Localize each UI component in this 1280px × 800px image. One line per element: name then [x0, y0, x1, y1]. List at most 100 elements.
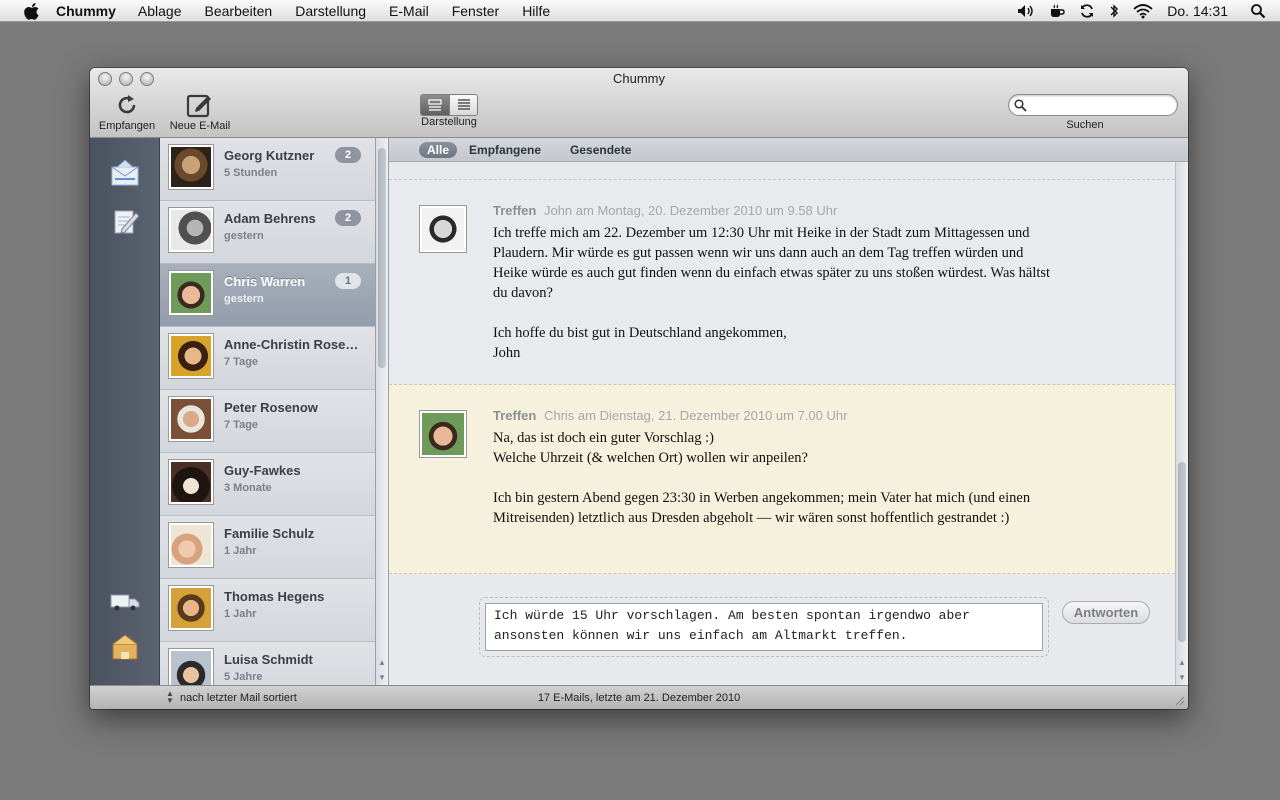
new-mail-button[interactable]: Neue E-Mail	[164, 90, 236, 132]
contact-row[interactable]: Georg Kutzner 5 Stunden 2	[160, 138, 375, 201]
contact-time: gestern	[224, 293, 264, 305]
apple-menu-icon[interactable]	[22, 1, 42, 21]
avatar	[168, 333, 214, 379]
resize-grip-icon[interactable]	[1174, 695, 1185, 706]
coffee-cup-icon[interactable]	[1049, 4, 1065, 18]
search-icon	[1014, 99, 1027, 117]
search-label: Suchen	[1066, 119, 1104, 131]
filter-sent[interactable]: Gesendete	[562, 142, 639, 158]
message-line: Na, das ist doch ein guter Vorschlag :)	[493, 430, 714, 446]
sender-avatar	[419, 410, 467, 458]
avatar	[168, 459, 214, 505]
message-header: Treffen Chris am Dienstag, 21. Dezember …	[493, 408, 847, 423]
avatar	[168, 144, 214, 190]
search-container	[1008, 94, 1180, 116]
contact-time: gestern	[224, 230, 264, 242]
message-paragraph: Ich treffe mich am 22. Dezember um 12:30…	[493, 225, 1051, 301]
contact-name: Familie Schulz	[224, 526, 315, 541]
main-window: Chummy Empfangen Neue E-Mail Darstellung…	[90, 68, 1188, 709]
sender-avatar	[419, 205, 467, 253]
contact-list-scrollbar[interactable]: ▲ ▼	[376, 138, 389, 685]
reply-button[interactable]: Antworten	[1062, 601, 1150, 624]
menu-clock[interactable]: Do. 14:31	[1167, 3, 1228, 19]
contact-time: 1 Jahr	[224, 545, 257, 557]
menu-email[interactable]: E-Mail	[389, 3, 429, 19]
search-input[interactable]	[1008, 94, 1178, 116]
view-threads-icon[interactable]	[421, 95, 449, 115]
avatar	[168, 396, 214, 442]
message-meta: John am Montag, 20. Dezember 2010 um 9.5…	[543, 203, 838, 218]
menu-hilfe[interactable]: Hilfe	[522, 3, 550, 19]
contact-time: 5 Jahre	[224, 671, 263, 683]
contact-name: Peter Rosenow	[224, 400, 318, 415]
filter-all[interactable]: Alle	[419, 141, 458, 158]
contact-name: Anne-Christin Rose…	[224, 337, 359, 352]
mailbox-icon[interactable]	[108, 156, 142, 190]
unread-badge: 2	[335, 147, 361, 163]
menu-ablage[interactable]: Ablage	[138, 3, 182, 19]
view-toggle: Darstellung	[414, 90, 484, 128]
contact-time: 5 Stunden	[224, 167, 278, 179]
contact-list: Georg Kutzner 5 Stunden 2 Adam Behrens g…	[160, 138, 376, 685]
menu-darstellung[interactable]: Darstellung	[295, 3, 366, 19]
contact-time: 3 Monate	[224, 482, 272, 494]
scroll-arrows[interactable]: ▲ ▼	[376, 655, 388, 685]
status-bar: ▲ ▼ nach letzter Mail sortiert 17 E-Mails…	[90, 685, 1188, 709]
scroll-arrows[interactable]: ▲ ▼	[1176, 655, 1188, 685]
refresh-icon	[92, 90, 162, 120]
contact-name: Luisa Schmidt	[224, 652, 313, 667]
menu-fenster[interactable]: Fenster	[452, 3, 499, 19]
contact-time: 7 Tage	[224, 356, 259, 368]
compose-notes-icon[interactable]	[108, 204, 142, 238]
contact-name: Guy-Fawkes	[224, 463, 301, 478]
sync-icon[interactable]	[1079, 3, 1095, 19]
contact-name: Thomas Hegens	[224, 589, 325, 604]
filter-received[interactable]: Empfangene	[461, 142, 549, 158]
message-line: Welche Uhrzeit (& welchen Ort) wollen wi…	[493, 450, 808, 466]
message-meta: Chris am Dienstag, 21. Dezember 2010 um …	[543, 408, 848, 423]
unread-badge: 2	[335, 210, 361, 226]
thread-scrollbar[interactable]: ▲ ▼	[1175, 162, 1188, 685]
compose-icon	[164, 90, 236, 120]
scrollbar-thumb[interactable]	[378, 148, 386, 368]
spotlight-icon[interactable]	[1250, 3, 1266, 19]
view-segmented-control	[420, 94, 478, 116]
message-subject: Treffen	[493, 203, 537, 218]
sidebar	[90, 138, 160, 685]
message-signature: John	[493, 345, 521, 361]
delivery-truck-icon[interactable]	[108, 584, 142, 618]
contact-row[interactable]: Familie Schulz 1 Jahr	[160, 516, 375, 579]
status-summary: 17 E-Mails, letzte am 21. Dezember 2010	[537, 692, 741, 704]
volume-icon[interactable]	[1017, 4, 1035, 18]
reply-input[interactable]: Ich würde 15 Uhr vorschlagen. Am besten …	[485, 603, 1043, 651]
window-title: Chummy	[612, 71, 665, 86]
reply-container: Ich würde 15 Uhr vorschlagen. Am besten …	[479, 597, 1049, 657]
receive-button[interactable]: Empfangen	[92, 90, 162, 132]
unread-badge: 1	[335, 273, 361, 289]
message-subject: Treffen	[493, 408, 537, 423]
outbox-icon[interactable]	[108, 630, 142, 664]
view-label: Darstellung	[421, 116, 477, 128]
avatar	[168, 522, 214, 568]
avatar	[168, 270, 214, 316]
contact-row[interactable]: Adam Behrens gestern 2	[160, 201, 375, 264]
menu-bearbeiten[interactable]: Bearbeiten	[205, 3, 273, 19]
contact-row-selected[interactable]: Chris Warren gestern 1	[160, 264, 375, 327]
scrollbar-thumb[interactable]	[1178, 462, 1186, 642]
message-outgoing: Treffen John am Montag, 20. Dezember 201…	[389, 179, 1175, 384]
toolbar: Chummy Empfangen Neue E-Mail Darstellung…	[90, 68, 1188, 138]
wifi-icon[interactable]	[1133, 3, 1153, 19]
message-incoming: Treffen Chris am Dienstag, 21. Dezember …	[389, 384, 1175, 574]
contact-row[interactable]: Luisa Schmidt 5 Jahre	[160, 642, 375, 685]
bluetooth-icon[interactable]	[1109, 3, 1119, 19]
contact-time: 1 Jahr	[224, 608, 257, 620]
contact-row[interactable]: Guy-Fawkes 3 Monate	[160, 453, 375, 516]
view-list-icon[interactable]	[449, 95, 477, 115]
message-body: Na, das ist doch ein guter Vorschlag :) …	[493, 428, 1053, 548]
avatar	[168, 207, 214, 253]
menu-app-name[interactable]: Chummy	[56, 3, 116, 19]
contact-row[interactable]: Peter Rosenow 7 Tage	[160, 390, 375, 453]
contact-row[interactable]: Anne-Christin Rose… 7 Tage	[160, 327, 375, 390]
message-paragraph: Ich bin gestern Abend gegen 23:30 in Wer…	[493, 490, 1031, 526]
contact-row[interactable]: Thomas Hegens 1 Jahr	[160, 579, 375, 642]
